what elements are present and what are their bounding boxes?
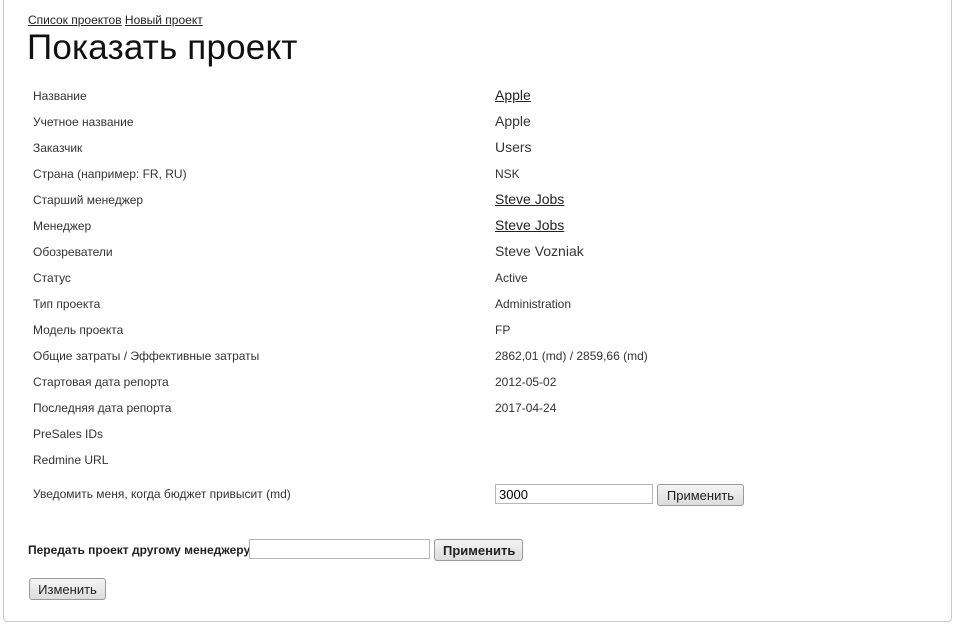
detail-row-costs: Общие затраты / Эффективные затраты 2862… [33,349,913,369]
detail-value: Active [495,271,528,285]
page-title: Показать проект [27,28,298,67]
detail-row-name: Название Apple [33,87,913,109]
detail-label: Обозреватели [33,245,113,259]
detail-row-last-report-date: Последняя дата репорта 2017-04-24 [33,401,913,421]
detail-row-customer: Заказчик Users [33,139,913,161]
projects-list-link[interactable]: Список проектов [28,13,122,27]
detail-value: Steve Vozniak [495,243,584,259]
detail-row-reviewers: Обозреватели Steve Vozniak [33,243,913,265]
detail-value: Apple [495,113,531,129]
project-name-link[interactable]: Apple [495,87,531,103]
senior-manager-link[interactable]: Steve Jobs [495,191,564,207]
new-project-link[interactable]: Новый проект [125,13,203,27]
detail-value: 2862,01 (md) / 2859,66 (md) [495,349,648,363]
detail-row-senior-manager: Старший менеджер Steve Jobs [33,191,913,213]
detail-label: Заказчик [33,141,83,155]
detail-value: 2012-05-02 [495,375,557,389]
detail-value: Users [495,139,532,155]
detail-label: Redmine URL [33,453,109,467]
detail-label: Менеджер [33,219,92,233]
detail-label: Статус [33,271,71,285]
detail-row-manager: Менеджер Steve Jobs [33,217,913,239]
detail-label: Учетное название [33,115,134,129]
budget-notify-label: Уведомить меня, когда бюджет привысит (m… [33,487,291,501]
transfer-manager-input[interactable] [249,539,430,559]
transfer-project-label: Передать проект другому менеджеру [28,543,251,557]
detail-label: Старший менеджер [33,193,144,207]
budget-apply-button[interactable]: Применить [657,484,744,506]
detail-value: 2017-04-24 [495,401,557,415]
detail-label: PreSales IDs [33,427,104,441]
detail-value: Administration [495,297,572,311]
detail-label: Модель проекта [33,323,124,337]
detail-value: NSK [495,167,520,181]
detail-label: Стартовая дата репорта [33,375,169,389]
budget-notify-row: Уведомить меня, когда бюджет привысит (m… [33,487,913,507]
detail-row-project-model: Модель проекта FP [33,323,913,343]
detail-row-account-name: Учетное название Apple [33,113,913,135]
budget-threshold-input[interactable] [495,484,653,504]
detail-label: Страна (например: FR, RU) [33,167,187,181]
detail-label: Название [33,89,87,103]
transfer-apply-button[interactable]: Применить [434,539,523,561]
detail-row-redmine-url: Redmine URL [33,453,913,473]
detail-row-country: Страна (например: FR, RU) NSK [33,167,913,187]
detail-row-presales-ids: PreSales IDs [33,427,913,447]
detail-row-status: Статус Active [33,271,913,291]
detail-row-project-type: Тип проекта Administration [33,297,913,317]
detail-label: Тип проекта [33,297,101,311]
detail-row-start-report-date: Стартовая дата репорта 2012-05-02 [33,375,913,395]
detail-value: FP [495,323,511,337]
breadcrumb-nav: Список проектов Новый проект [28,13,203,27]
detail-label: Общие затраты / Эффективные затраты [33,349,260,363]
detail-label: Последняя дата репорта [33,401,172,415]
edit-button[interactable]: Изменить [29,578,106,600]
manager-link[interactable]: Steve Jobs [495,217,564,233]
